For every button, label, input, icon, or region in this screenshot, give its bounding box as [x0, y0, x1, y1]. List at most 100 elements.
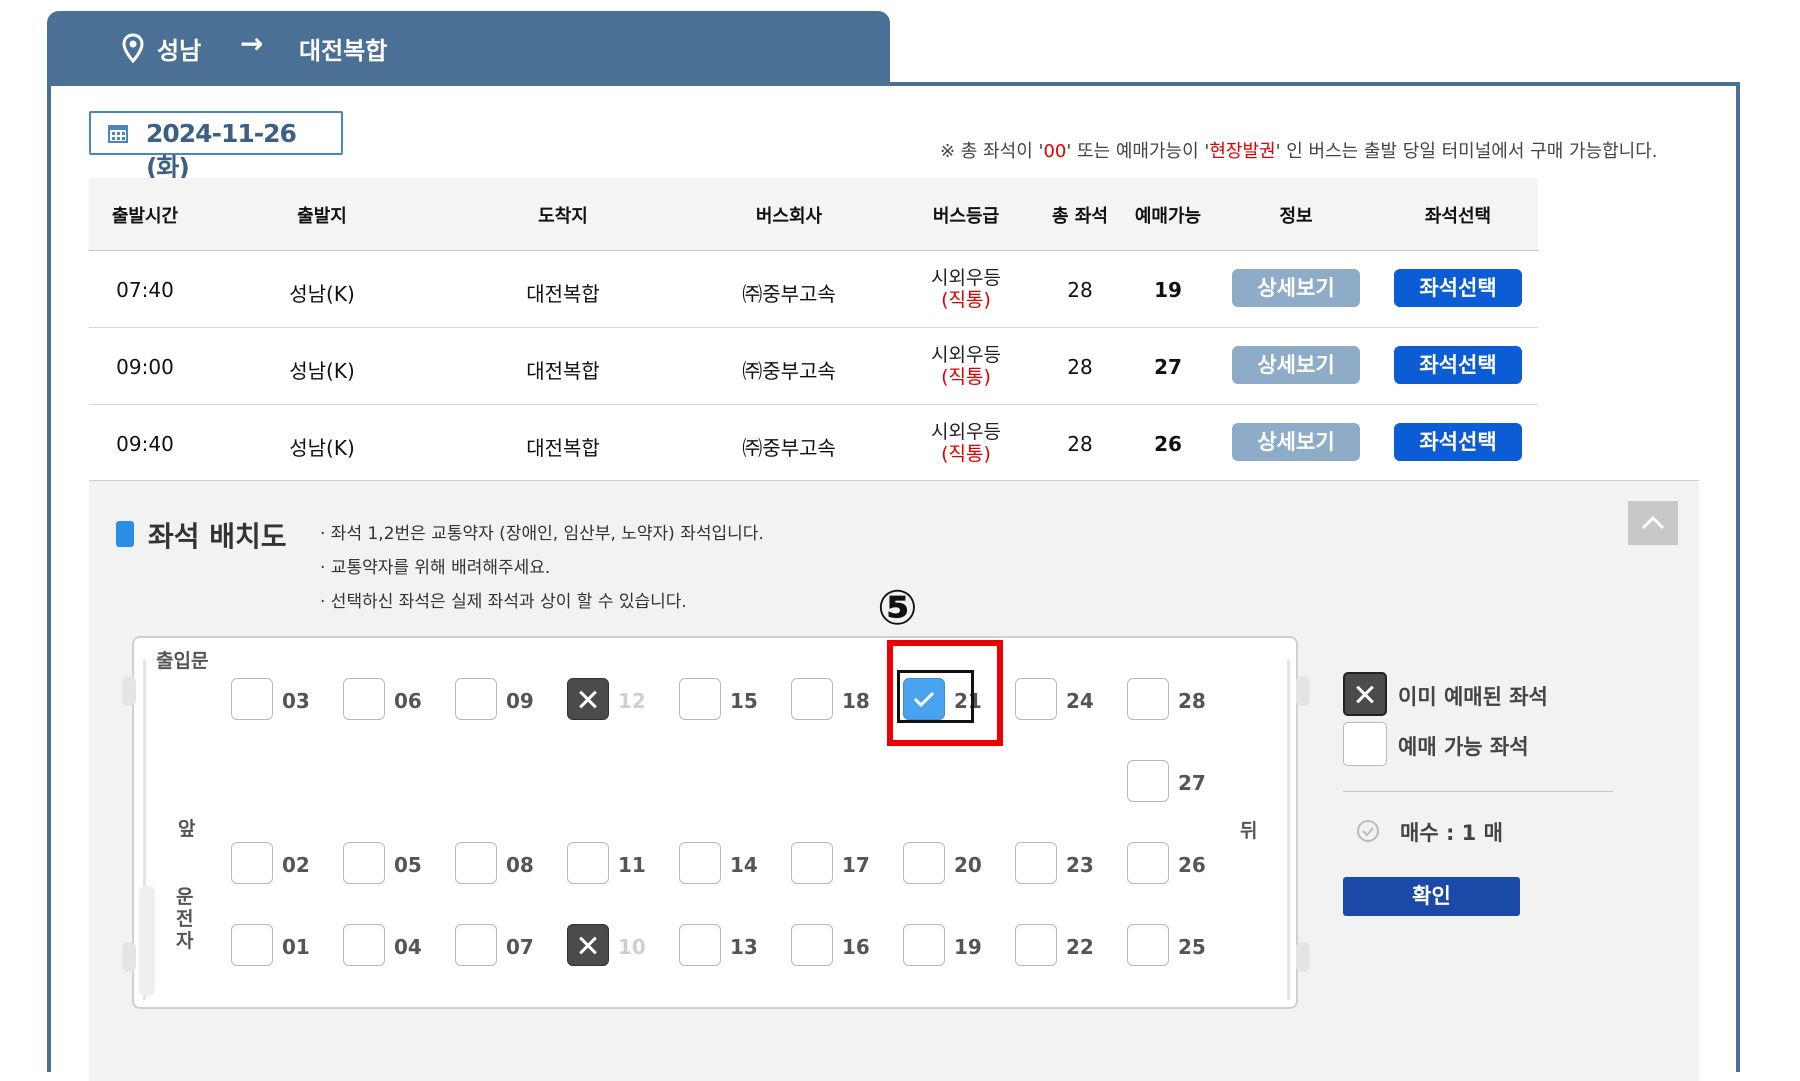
header-origin: 출발지 — [297, 206, 347, 227]
seat-number: 11 — [618, 853, 646, 877]
seat-16[interactable] — [791, 924, 833, 966]
detail-button[interactable]: 상세보기 — [1232, 423, 1360, 461]
seat-number: 22 — [1066, 935, 1094, 959]
seat-07[interactable] — [455, 924, 497, 966]
seat-number: 03 — [282, 689, 310, 713]
seat-number: 14 — [730, 853, 758, 877]
seat-number: 25 — [1178, 935, 1206, 959]
seat-number: 19 — [954, 935, 982, 959]
selected-seat-outline — [897, 670, 974, 723]
seat-24[interactable] — [1015, 678, 1057, 720]
seat-20[interactable] — [903, 842, 945, 884]
seat-17[interactable] — [791, 842, 833, 884]
seat-04[interactable] — [343, 924, 385, 966]
seat-14[interactable] — [679, 842, 721, 884]
purchase-notice: ※ 총 좌석이 '00' 또는 예매가능이 '현장발권' 인 버스는 출발 당일… — [940, 141, 1658, 162]
detail-button[interactable]: 상세보기 — [1232, 269, 1360, 307]
seat-map-title: 좌석 배치도 — [148, 520, 287, 553]
header-info: 정보 — [1279, 206, 1313, 227]
check-circle-icon — [1357, 820, 1379, 842]
seat-06[interactable] — [343, 678, 385, 720]
date-text: 2024-11-26 (화) — [146, 119, 297, 182]
seat-number: 15 — [730, 689, 758, 713]
side-tab — [1296, 676, 1310, 706]
legend-available-swatch — [1343, 722, 1387, 766]
route-origin: 성남 — [157, 37, 202, 65]
arrow-right-icon: → — [240, 27, 264, 60]
seat-number: 10 — [618, 935, 646, 959]
header-available: 예매가능 — [1134, 206, 1202, 227]
front-label: 앞 — [178, 818, 196, 840]
seat-27[interactable] — [1127, 760, 1169, 802]
side-tab — [1296, 942, 1310, 972]
seat-11[interactable] — [567, 842, 609, 884]
seat-select-button[interactable]: 좌석선택 — [1394, 423, 1522, 461]
seat-select-button[interactable]: 좌석선택 — [1394, 346, 1522, 384]
side-tab — [122, 942, 136, 972]
route-header: 성남 → 대전복합 — [47, 11, 890, 85]
seat-05[interactable] — [343, 842, 385, 884]
seat-number: 06 — [394, 689, 422, 713]
seat-08[interactable] — [455, 842, 497, 884]
table-row: 09:40 성남(K) 대전복합 ㈜중부고속 시외우등 (직통) 28 26 상세… — [89, 405, 1538, 482]
bus-grade: 시외우등 (직통) — [931, 344, 1001, 388]
seat-number: 24 — [1066, 689, 1094, 713]
legend-available-label: 예매 가능 좌석 — [1398, 735, 1529, 759]
seat-03[interactable] — [231, 678, 273, 720]
seat-number: 04 — [394, 935, 422, 959]
table-row: 09:00 성남(K) 대전복합 ㈜중부고속 시외우등 (직통) 28 27 상세… — [89, 328, 1538, 405]
divider — [1343, 791, 1613, 792]
legend-booked-swatch — [1343, 672, 1387, 716]
bus-right-wall — [1287, 660, 1290, 1000]
seat-note: · 선택하신 좌석은 실제 좌석과 상이 할 수 있습니다. — [320, 592, 687, 612]
seat-number: 09 — [506, 689, 534, 713]
seat-01[interactable] — [231, 924, 273, 966]
table-row: 07:40 성남(K) 대전복합 ㈜중부고속 시외우등 (직통) 28 19 상세… — [89, 251, 1538, 328]
confirm-button[interactable]: 확인 — [1343, 877, 1520, 916]
seat-19[interactable] — [903, 924, 945, 966]
driver-seat-bar — [139, 886, 155, 996]
legend-booked-label: 이미 예매된 좌석 — [1398, 685, 1548, 709]
bus-seat-layout: 출입문 앞 운 전 자 뒤 03 06 09 12 15 18 21 24 28… — [122, 636, 1310, 1009]
seat-22[interactable] — [1015, 924, 1057, 966]
route-destination: 대전복합 — [299, 37, 388, 65]
seat-number: 16 — [842, 935, 870, 959]
seat-15[interactable] — [679, 678, 721, 720]
seat-number: 26 — [1178, 853, 1206, 877]
seat-select-button[interactable]: 좌석선택 — [1394, 269, 1522, 307]
calendar-icon — [108, 125, 128, 143]
seat-number: 18 — [842, 689, 870, 713]
header-destination: 도착지 — [538, 206, 588, 227]
side-tab — [122, 676, 136, 706]
driver-label: 운 전 자 — [176, 886, 194, 952]
back-label: 뒤 — [1240, 820, 1258, 842]
seat-12-booked — [567, 678, 609, 720]
seat-13[interactable] — [679, 924, 721, 966]
seat-note: · 좌석 1,2번은 교통약자 (장애인, 임산부, 노약자) 좌석입니다. — [320, 524, 764, 544]
seat-28[interactable] — [1127, 678, 1169, 720]
seat-number: 13 — [730, 935, 758, 959]
scroll-top-button[interactable] — [1628, 501, 1678, 545]
seat-26[interactable] — [1127, 842, 1169, 884]
seat-number: 17 — [842, 853, 870, 877]
date-selector[interactable]: 2024-11-26 (화) — [89, 111, 343, 182]
seat-number: 07 — [506, 935, 534, 959]
seat-23[interactable] — [1015, 842, 1057, 884]
seat-09[interactable] — [455, 678, 497, 720]
seat-number: 28 — [1178, 689, 1206, 713]
seat-02[interactable] — [231, 842, 273, 884]
table-header: 출발시간 출발지 도착지 버스회사 버스등급 총 좌석 예매가능 정보 좌석선택 — [89, 178, 1538, 251]
bus-grade: 시외우등 (직통) — [931, 267, 1001, 311]
step-annotation: ⑤ — [877, 580, 918, 636]
header-company: 버스회사 — [755, 206, 823, 227]
seat-number: 08 — [506, 853, 534, 877]
seat-number: 05 — [394, 853, 422, 877]
seat-18[interactable] — [791, 678, 833, 720]
seat-number: 27 — [1178, 771, 1206, 795]
bus-grade: 시외우등 (직통) — [931, 421, 1001, 465]
detail-button[interactable]: 상세보기 — [1232, 346, 1360, 384]
seat-number: 12 — [618, 689, 646, 713]
seat-25[interactable] — [1127, 924, 1169, 966]
seat-number: 02 — [282, 853, 310, 877]
entrance-label: 출입문 — [156, 650, 209, 672]
